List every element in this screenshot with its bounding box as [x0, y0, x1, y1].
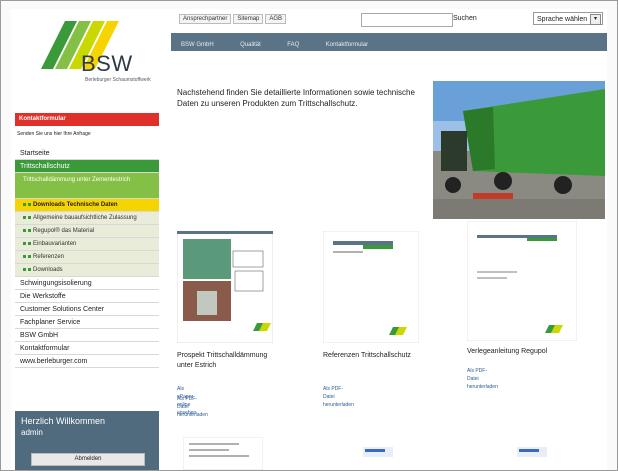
product-title: Referenzen Trittschallschutz: [323, 352, 411, 359]
brochure-thumbnail[interactable]: [323, 231, 419, 343]
sidebar-subitem-einbauvarianten[interactable]: Einbauvarianten: [15, 238, 159, 251]
bullet-icon: [23, 267, 26, 271]
bullet-icon: [28, 202, 31, 206]
language-select-value: Sprache wählen: [537, 16, 588, 23]
nav-item-qualitaet[interactable]: Qualität: [240, 36, 261, 54]
sidebar-item-werkstoffe[interactable]: Die Werkstoffe: [15, 290, 159, 303]
sidebar-item-startseite[interactable]: Startseite: [15, 147, 159, 160]
contact-form-bar[interactable]: Kontaktformular: [15, 113, 159, 126]
product-title: Prospekt Trittschalldämmung unter Estric…: [177, 352, 268, 369]
page: BSW Berleburger Schaumstoffwerk Kontaktf…: [11, 9, 607, 470]
hero-truck-image: [433, 81, 605, 219]
logo-wordmark: BSW: [81, 51, 133, 76]
sidebar-subitem-label: Downloads: [33, 267, 63, 273]
bullet-icon: [28, 254, 31, 258]
sidebar-subitem-material[interactable]: Regupol® das Material: [15, 225, 159, 238]
bullet-icon: [23, 241, 26, 245]
brochure-thumbnail[interactable]: [467, 437, 577, 470]
bullet-icon: [23, 215, 26, 219]
sidebar-item-fachplaner[interactable]: Fachplaner Service: [15, 316, 159, 329]
search-button[interactable]: Suchen: [453, 15, 477, 22]
nav-item-bsw-gmbh[interactable]: BSW GmbH: [181, 36, 214, 54]
top-link-ansprechpartner[interactable]: Ansprechpartner: [179, 14, 232, 24]
sidebar-subitem-referenzen[interactable]: Referenzen: [15, 251, 159, 264]
product-link[interactable]: Als PDF-Datei herunterladen: [177, 395, 208, 419]
sidebar-subitem-zementestrich[interactable]: Trittschalldämmung unter Zementestrich: [15, 173, 159, 199]
nav-item-faq[interactable]: FAQ: [287, 36, 299, 54]
sidebar: BSW Berleburger Schaumstoffwerk Kontaktf…: [11, 9, 163, 470]
sidebar-subitem-label: Referenzen: [33, 254, 65, 260]
intro-text: Nachstehend finden Sie detaillierte Info…: [177, 88, 415, 108]
sidebar-subitem-zulassung[interactable]: Allgemeine bauaufsichtliche Zulassung: [15, 212, 159, 225]
nav-item-kontaktformular[interactable]: Kontaktformular: [326, 36, 368, 54]
bullet-icon: [23, 254, 26, 258]
sidebar-subitem-label: Trittschalldämmung unter Zementestrich: [23, 177, 131, 183]
top-links: Ansprechpartner Sitemap AGB: [179, 14, 288, 24]
sidebar-item-trittschallschutz[interactable]: Trittschallschutz: [15, 160, 159, 173]
browser-frame: BSW Berleburger Schaumstoffwerk Kontaktf…: [0, 0, 618, 471]
product-link[interactable]: Als PDF-Datei herunterladen: [467, 367, 498, 391]
sidebar-item-kontaktformular[interactable]: Kontaktformular: [15, 342, 159, 355]
sidebar-item-bsw-gmbh[interactable]: BSW GmbH: [15, 329, 159, 342]
logo-subtitle: Berleburger Schaumstoffwerk: [85, 77, 151, 83]
sidebar-subitem-label: Allgemeine bauaufsichtliche Zulassung: [33, 215, 137, 221]
language-select[interactable]: Sprache wählen ▾: [533, 12, 603, 25]
brochure-thumbnail[interactable]: [323, 437, 419, 470]
brochure-thumbnail[interactable]: [183, 437, 263, 470]
search-input[interactable]: [361, 13, 453, 27]
sidebar-subitem-label: Downloads Technische Daten: [33, 202, 118, 208]
sidebar-item-schwingungsisolierung[interactable]: Schwingungsisolierung: [15, 277, 159, 290]
sidebar-nav: Startseite Trittschallschutz Trittschall…: [15, 147, 159, 368]
sidebar-item-customer-solutions[interactable]: Customer Solutions Center: [15, 303, 159, 316]
bsw-logo[interactable]: BSW Berleburger Schaumstoffwerk: [11, 9, 163, 105]
welcome-title: Herzlich Willkommen: [21, 416, 106, 426]
contact-form-subtext: Senden Sie uns hier Ihre Anfrage: [17, 131, 91, 137]
sidebar-subitem-downloads[interactable]: Downloads: [15, 264, 159, 277]
chevron-down-icon: ▾: [590, 14, 601, 25]
sidebar-subitem-label: Regupol® das Material: [33, 228, 95, 234]
bullet-icon: [23, 202, 26, 206]
sidebar-item-website[interactable]: www.berleburger.com: [15, 355, 159, 368]
welcome-username: admin: [21, 428, 43, 437]
brochure-thumbnail[interactable]: [467, 221, 577, 341]
sidebar-subitem-downloads-technische-daten[interactable]: Downloads Technische Daten: [15, 199, 159, 212]
bullet-icon: [28, 215, 31, 219]
bullet-icon: [28, 267, 31, 271]
bullet-icon: [28, 228, 31, 232]
sidebar-subitem-label: Einbauvarianten: [33, 241, 77, 247]
brochure-thumbnail[interactable]: [177, 231, 273, 343]
product-title: Verlegeanleitung Regupol: [467, 348, 548, 355]
welcome-panel: Herzlich Willkommen admin Abmelden: [15, 411, 159, 470]
top-link-sitemap[interactable]: Sitemap: [233, 14, 264, 24]
main-nav: BSW GmbH Qualität FAQ Kontaktformular: [171, 33, 607, 51]
logout-button[interactable]: Abmelden: [31, 453, 145, 466]
product-link[interactable]: Als PDF-Datei herunterladen: [323, 385, 354, 409]
top-link-agb[interactable]: AGB: [265, 14, 287, 24]
top-bar: Ansprechpartner Sitemap AGB Suchen Sprache…: [171, 9, 607, 31]
bullet-icon: [23, 228, 26, 232]
bullet-icon: [28, 241, 31, 245]
